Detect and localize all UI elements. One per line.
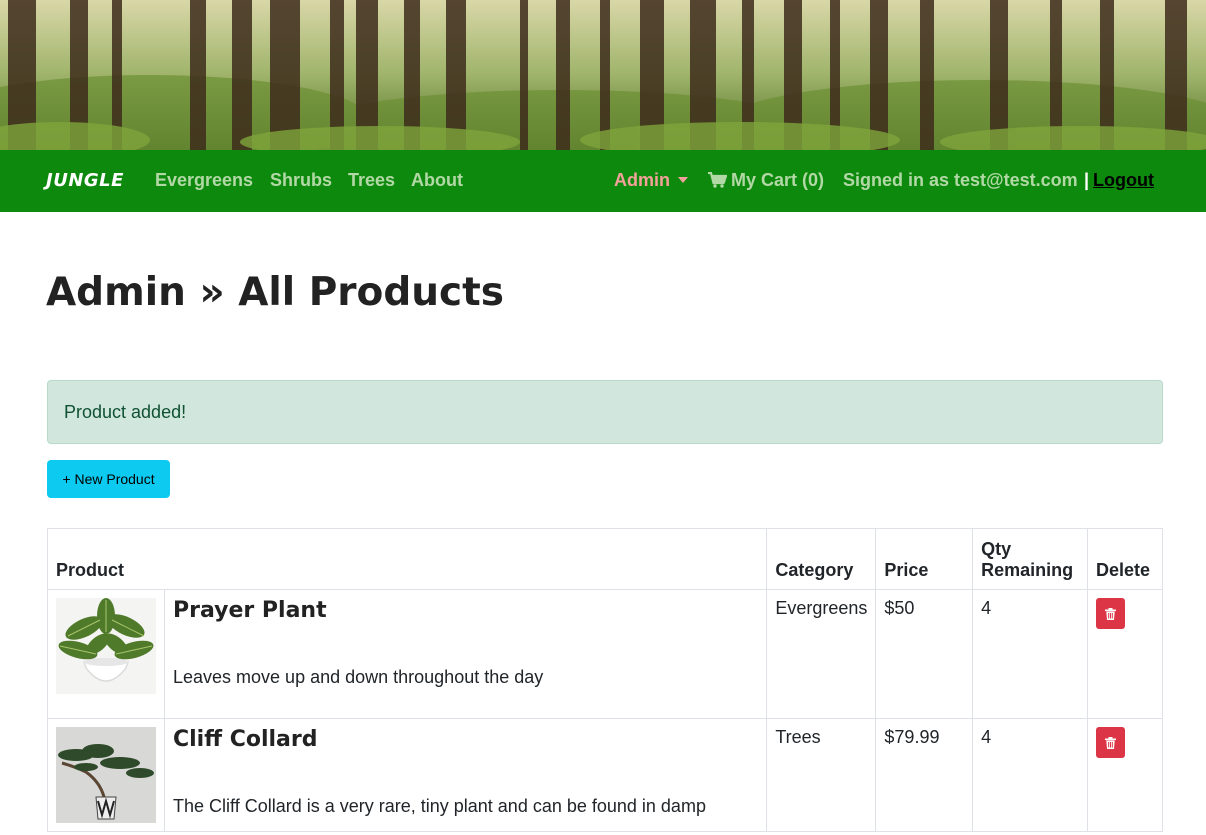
header-qty-remaining: Qty Remaining: [972, 528, 1089, 590]
table-row: Prayer Plant Leaves move up and down thr…: [47, 589, 1163, 719]
nav-link-evergreens[interactable]: Evergreens: [155, 170, 253, 191]
header-category: Category: [766, 528, 877, 590]
alert-message: Product added!: [64, 402, 187, 422]
cliff-collard-image: [56, 727, 156, 823]
caret-down-icon: [678, 177, 688, 183]
delete-cell: [1087, 589, 1163, 719]
top-navbar: JUNGLE Evergreens Shrubs Trees About Adm…: [0, 150, 1206, 212]
admin-dropdown[interactable]: Admin: [614, 170, 688, 191]
product-description: Leaves move up and down throughout the d…: [173, 667, 544, 687]
nav-link-about[interactable]: About: [411, 170, 463, 191]
product-info-cell: Prayer Plant Leaves move up and down thr…: [163, 589, 768, 719]
brand-logo[interactable]: JUNGLE: [46, 170, 124, 191]
hero-banner: [0, 0, 1206, 150]
header-qty-line2: Remaining: [981, 560, 1074, 580]
trash-icon: [1105, 736, 1117, 749]
my-cart-link[interactable]: My Cart (0): [708, 170, 824, 191]
product-qty: 4: [972, 718, 1089, 832]
product-image-cell: [47, 589, 165, 719]
signed-in-text: Signed in as test@test.com: [843, 170, 1078, 190]
shopping-cart-icon: [708, 172, 727, 188]
table-header-row: Product Category Price Qty Remaining Del…: [46, 528, 1163, 590]
product-price: $50: [875, 589, 974, 719]
forest-banner-image: [0, 0, 1206, 150]
nav-link-shrubs[interactable]: Shrubs: [270, 170, 332, 191]
delete-cell: [1087, 718, 1163, 832]
header-price: Price: [875, 528, 974, 590]
success-alert: Product added!: [47, 380, 1163, 444]
product-category: Evergreens: [766, 589, 877, 719]
my-cart-label: My Cart (0): [731, 170, 825, 190]
nav-separator: |: [1084, 170, 1090, 190]
new-product-button[interactable]: + New Product: [47, 460, 170, 498]
product-name: Cliff Collard: [173, 727, 318, 752]
product-info-cell: Cliff Collard The Cliff Collard is a ver…: [163, 718, 768, 832]
product-image-cell: [47, 718, 165, 832]
product-qty: 4: [972, 589, 1089, 719]
products-table: Product Category Price Qty Remaining Del…: [46, 528, 1163, 832]
admin-label: Admin: [614, 170, 670, 190]
header-delete: Delete: [1087, 528, 1163, 590]
page-title: Admin » All Products: [46, 270, 504, 315]
header-qty-line1: Qty: [981, 539, 1012, 559]
product-description: The Cliff Collard is a very rare, tiny p…: [173, 796, 706, 816]
delete-button[interactable]: [1096, 727, 1126, 758]
product-name: Prayer Plant: [173, 598, 327, 623]
table-row: Cliff Collard The Cliff Collard is a ver…: [47, 718, 1163, 832]
nav-link-trees[interactable]: Trees: [348, 170, 395, 191]
delete-button[interactable]: [1096, 598, 1126, 629]
prayer-plant-image: [56, 598, 156, 694]
product-category: Trees: [766, 718, 877, 832]
product-price: $79.99: [875, 718, 974, 832]
logout-link[interactable]: Logout: [1093, 170, 1154, 191]
trash-icon: [1105, 607, 1117, 620]
header-product: Product: [46, 528, 768, 590]
